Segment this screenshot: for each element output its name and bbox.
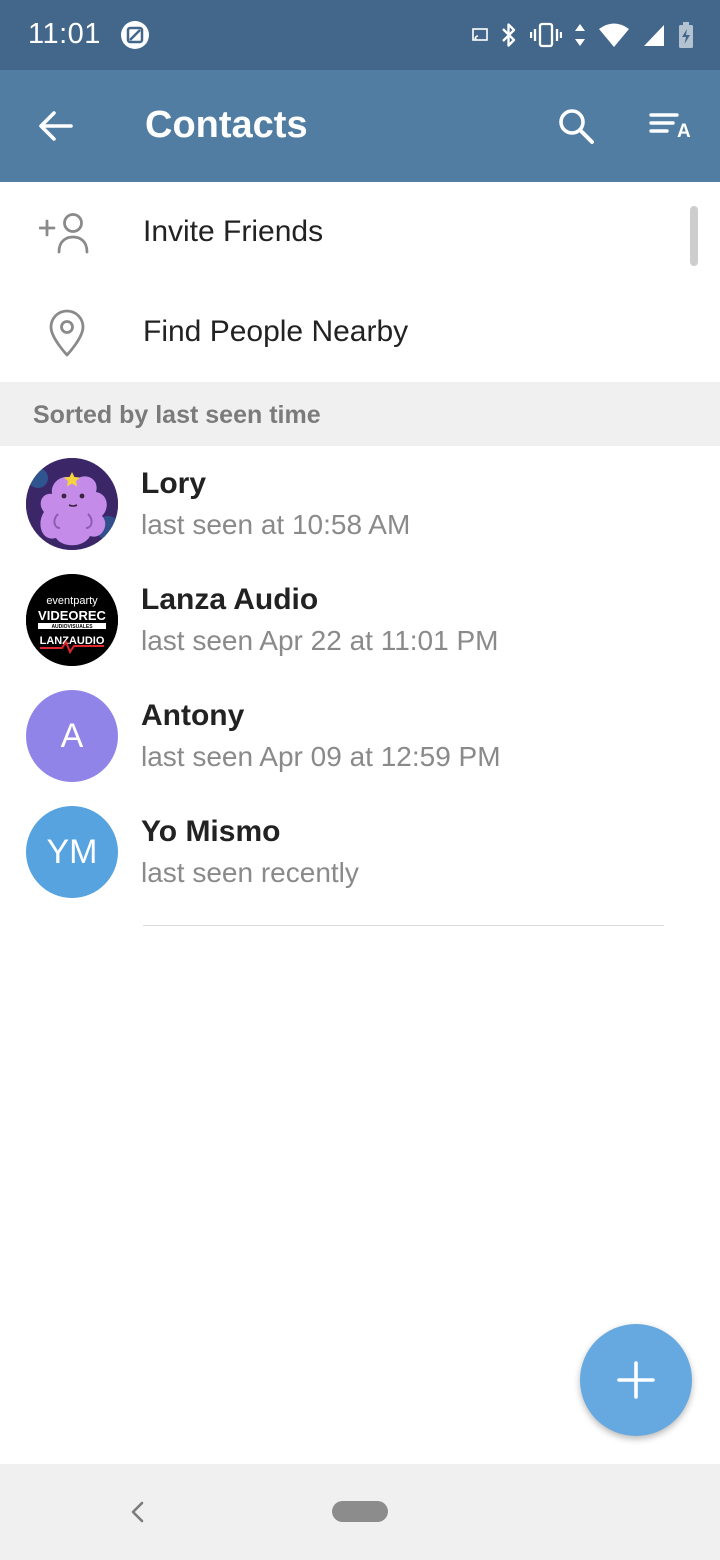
sort-alpha-icon [649,113,679,133]
search-button[interactable] [546,96,606,156]
contact-row-antony[interactable]: A Antony last seen Apr 09 at 12:59 PM [0,678,720,794]
system-nav-bar [0,1464,720,1560]
home-pill-icon[interactable] [332,1501,388,1522]
add-contact-button[interactable] [580,1324,692,1436]
data-arrows-icon [575,24,585,46]
location-pin-icon [36,308,98,358]
battery-charging-icon [679,22,693,48]
invite-friends-row[interactable]: Invite Friends [0,182,720,282]
avatar: A [26,690,118,782]
logo-line-1: eventparty [46,595,98,607]
back-button[interactable] [25,96,85,156]
contact-last-seen: last seen at 10:58 AM [141,509,411,540]
status-bar: 11:01 [0,0,720,70]
plus-icon [617,1361,655,1399]
search-icon [559,109,594,144]
contact-last-seen: last seen Apr 09 at 12:59 PM [141,741,501,772]
list-divider [143,925,664,926]
status-icons [472,18,694,52]
section-header: Sorted by last seen time [0,382,720,446]
contact-name: Lanza Audio [141,583,319,616]
signal-icon [644,25,664,46]
vibrate-icon [530,22,562,48]
contact-last-seen: last seen Apr 22 at 11:01 PM [141,625,499,656]
contact-last-seen: last seen recently [141,857,359,888]
screenshot-icon [120,20,150,50]
contact-name: Antony [141,699,245,732]
status-time: 11:01 [28,18,101,50]
find-people-nearby-row[interactable]: Find People Nearby [0,282,720,382]
contact-name: Yo Mismo [141,815,281,848]
find-people-nearby-label: Find People Nearby [143,315,409,348]
contact-row-yo-mismo[interactable]: YM Yo Mismo last seen recently [0,794,720,910]
avatar [26,458,118,550]
wifi-icon [599,23,629,47]
add-person-icon [36,208,98,258]
page-title: Contacts [145,104,308,146]
cast-icon [472,28,488,41]
avatar-initials: A [60,716,84,755]
contact-row-lanza-audio[interactable]: eventparty VIDEOREC AUDIOVISUALES LANZAU… [0,562,720,678]
logo-line-3: AUDIOVISUALES [51,624,93,630]
contact-name: Lory [141,467,207,500]
app-bar: Contacts A [0,70,720,182]
avatar: YM [26,806,118,898]
logo-line-2: VIDEOREC [38,608,107,623]
sort-button[interactable]: A [640,96,700,156]
avatar: eventparty VIDEOREC AUDIOVISUALES LANZAU… [26,574,118,666]
section-header-label: Sorted by last seen time [33,401,321,429]
avatar-initials: YM [46,832,98,871]
contact-row-lory[interactable]: Lory last seen at 10:58 AM [0,446,720,562]
nav-back-button[interactable] [118,1492,158,1532]
nav-back-icon [131,1501,144,1523]
bluetooth-icon [502,23,516,47]
sort-letter: A [677,121,691,142]
scrollbar[interactable] [690,206,698,266]
invite-friends-label: Invite Friends [143,215,324,248]
arrow-left-icon [39,111,73,141]
